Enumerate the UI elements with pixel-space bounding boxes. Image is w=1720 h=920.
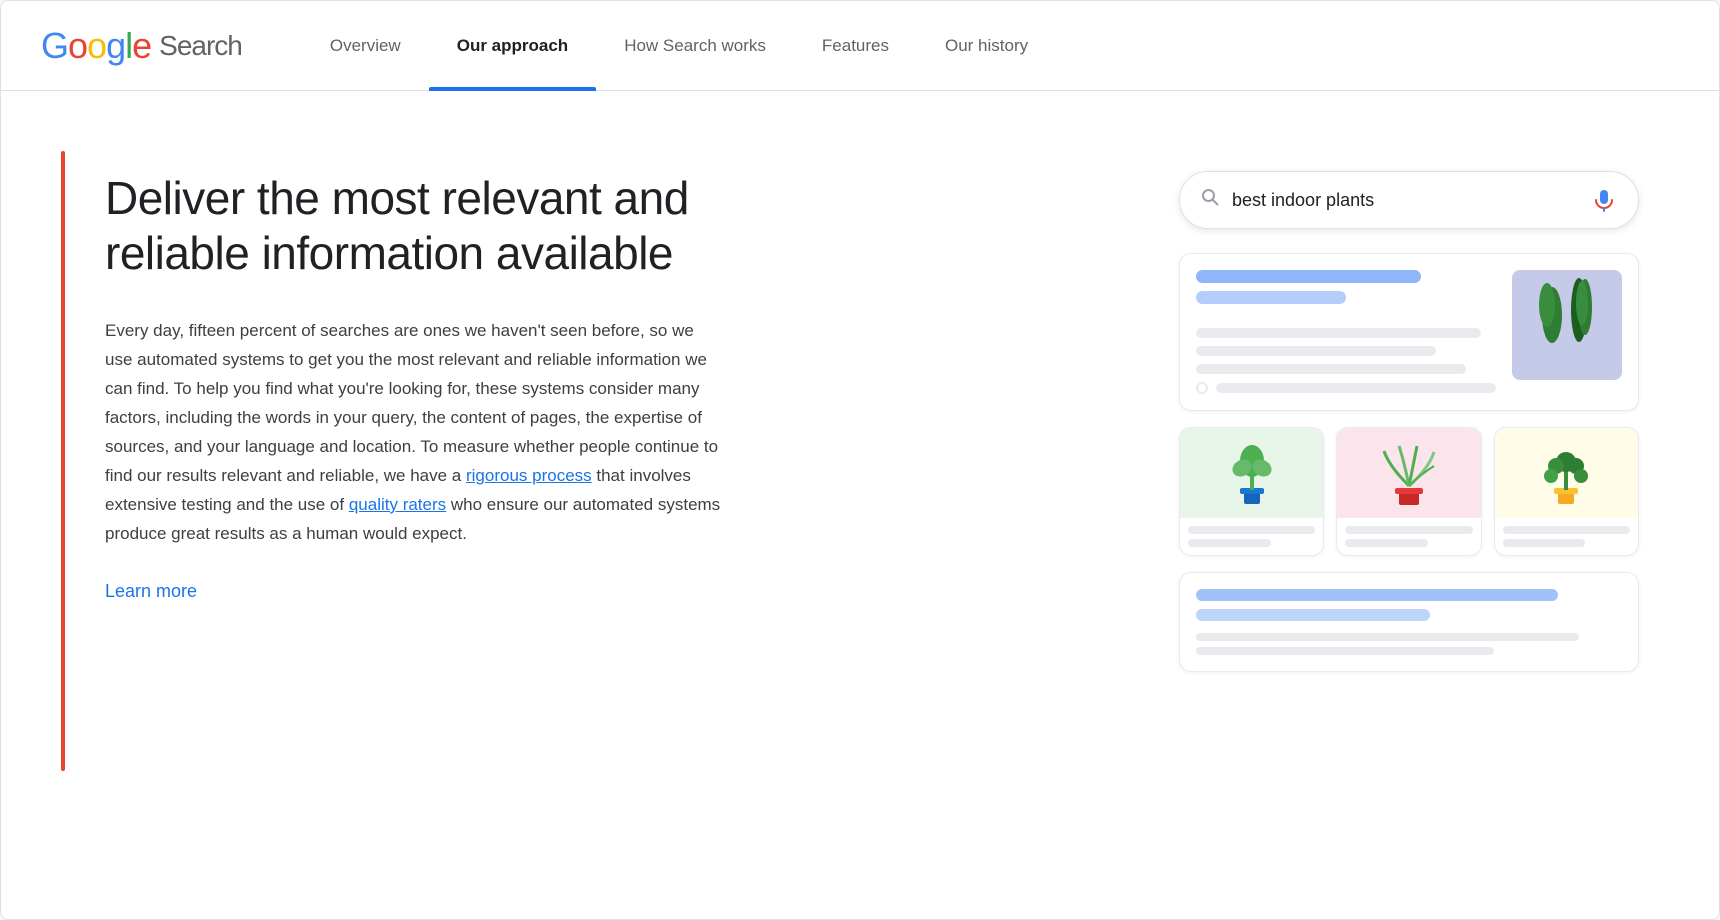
result-text-lines (1196, 270, 1496, 394)
result-bullet (1196, 382, 1208, 394)
right-illustration: best indoor plants (1179, 151, 1639, 672)
plant-card-2 (1336, 427, 1481, 556)
plant-cards-row (1179, 427, 1639, 556)
main-nav: Overview Our approach How Search works F… (302, 1, 1056, 90)
logo-letter-e: e (132, 25, 151, 67)
plant-image-big (1512, 270, 1622, 380)
plant-card-3 (1494, 427, 1639, 556)
header: Google Search Overview Our approach How … (1, 1, 1719, 91)
logo-search-text: Search (159, 30, 242, 62)
nav-item-our-history[interactable]: Our history (917, 1, 1056, 91)
bottom-title-line1 (1196, 589, 1558, 601)
plant-card-text-1 (1180, 518, 1323, 555)
nav-item-how-search-works[interactable]: How Search works (596, 1, 794, 91)
logo-area: Google Search (41, 25, 242, 67)
bottom-desc-line2 (1196, 647, 1494, 655)
text-content: Deliver the most relevant and reliable i… (105, 151, 725, 771)
logo-letter-g: G (41, 25, 68, 67)
quality-raters-link[interactable]: quality raters (349, 495, 446, 514)
nav-item-our-approach[interactable]: Our approach (429, 1, 596, 91)
spacer (1196, 312, 1496, 320)
red-accent-bar (61, 151, 65, 771)
result-dot-row (1196, 382, 1496, 394)
result-card-top (1179, 253, 1639, 411)
result-bullet-line (1216, 383, 1496, 393)
learn-more-link[interactable]: Learn more (105, 581, 197, 601)
result-desc-line3 (1196, 364, 1466, 374)
page-wrapper: Google Search Overview Our approach How … (0, 0, 1720, 920)
search-bar-illustration: best indoor plants (1179, 171, 1639, 229)
main-content: Deliver the most relevant and reliable i… (1, 91, 1719, 919)
bottom-desc-line1 (1196, 633, 1579, 641)
plant-card-line5 (1503, 526, 1630, 534)
left-section: Deliver the most relevant and reliable i… (61, 151, 1139, 771)
plant-card-line1 (1188, 526, 1315, 534)
plant-card-line3 (1345, 526, 1472, 534)
bottom-title-line2 (1196, 609, 1430, 621)
rigorous-process-link[interactable]: rigorous process (466, 466, 592, 485)
google-logo: Google Search (41, 25, 242, 67)
plant-card-line4 (1345, 539, 1428, 547)
plant-card-1 (1179, 427, 1324, 556)
body-paragraph: Every day, fifteen percent of searches a… (105, 317, 725, 548)
plant-card-img-2 (1337, 428, 1480, 518)
result-desc-line1 (1196, 328, 1481, 338)
search-icon (1200, 187, 1220, 213)
plant-card-img-3 (1495, 428, 1638, 518)
result-card-bottom (1179, 572, 1639, 672)
nav-item-overview[interactable]: Overview (302, 1, 429, 91)
logo-letter-l: l (125, 25, 132, 67)
result-title-line1 (1196, 270, 1421, 283)
result-title-line2 (1196, 291, 1346, 304)
plant-card-line6 (1503, 539, 1586, 547)
plant-card-img-1 (1180, 428, 1323, 518)
mic-icon[interactable] (1590, 186, 1618, 214)
plant-card-text-3 (1495, 518, 1638, 555)
logo-letter-o1: o (68, 25, 87, 67)
logo-letter-g2: g (106, 25, 125, 67)
plant-card-text-2 (1337, 518, 1480, 555)
logo-letter-o2: o (87, 25, 106, 67)
nav-item-features[interactable]: Features (794, 1, 917, 91)
bottom-desc-lines (1196, 633, 1622, 655)
plant-card-line2 (1188, 539, 1271, 547)
result-desc-line2 (1196, 346, 1436, 356)
search-query-text: best indoor plants (1232, 190, 1578, 211)
page-headline: Deliver the most relevant and reliable i… (105, 171, 725, 281)
